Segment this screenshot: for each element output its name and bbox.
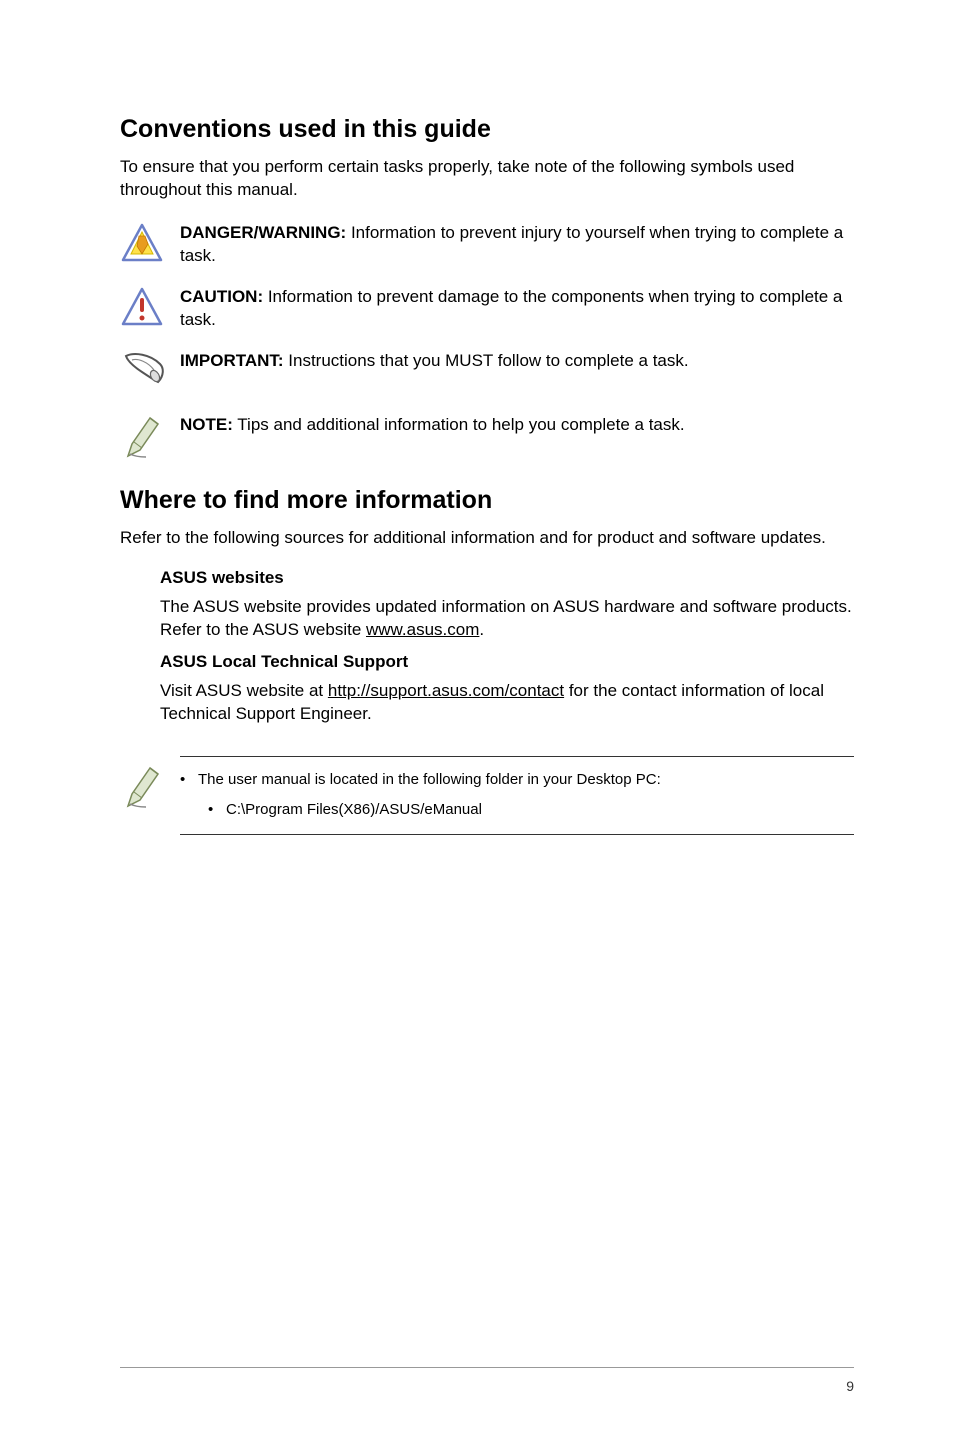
emanual-note-content: • The user manual is located in the foll… <box>180 756 854 835</box>
convention-caution-desc: Information to prevent damage to the com… <box>180 287 842 329</box>
convention-danger-warning: DANGER/WARNING: Information to prevent i… <box>120 220 854 276</box>
section-heading-where: Where to find more information <box>120 486 854 515</box>
asus-support-text: Visit ASUS website at http://support.asu… <box>160 680 854 726</box>
convention-note-desc: Tips and additional information to help … <box>233 415 685 434</box>
page-number: 9 <box>846 1378 854 1394</box>
note-pencil-icon <box>120 756 180 812</box>
emanual-note-box: • The user manual is located in the foll… <box>120 756 854 835</box>
bullet-icon: • <box>180 769 198 792</box>
caution-icon <box>120 284 180 330</box>
bullet-icon: • <box>208 799 226 822</box>
convention-important: IMPORTANT: Instructions that you MUST fo… <box>120 348 854 404</box>
section-heading-conventions: Conventions used in this guide <box>120 115 854 144</box>
asus-websites-text-before: The ASUS website provides updated inform… <box>160 597 852 639</box>
convention-danger-text: DANGER/WARNING: Information to prevent i… <box>180 220 854 268</box>
convention-caution-label: CAUTION: <box>180 287 263 306</box>
emanual-note-line2: • C:\Program Files(X86)/ASUS/eManual <box>180 799 854 822</box>
convention-caution-text: CAUTION: Information to prevent damage t… <box>180 284 854 332</box>
convention-danger-label: DANGER/WARNING: <box>180 223 346 242</box>
emanual-note-line2-text: C:\Program Files(X86)/ASUS/eManual <box>226 799 482 822</box>
emanual-note-line1: • The user manual is located in the foll… <box>180 769 854 792</box>
section-where-to-find: Where to find more information Refer to … <box>120 486 854 835</box>
danger-warning-icon <box>120 220 180 266</box>
convention-important-text: IMPORTANT: Instructions that you MUST fo… <box>180 348 689 373</box>
footer-rule <box>120 1367 854 1368</box>
important-icon <box>120 348 180 390</box>
asus-websites-heading: ASUS websites <box>160 568 854 588</box>
info-sources-block: ASUS websites The ASUS website provides … <box>120 568 854 726</box>
convention-important-label: IMPORTANT: <box>180 351 284 370</box>
section-intro-where: Refer to the following sources for addit… <box>120 527 854 550</box>
section-intro-conventions: To ensure that you perform certain tasks… <box>120 156 854 202</box>
convention-note: NOTE: Tips and additional information to… <box>120 412 854 468</box>
emanual-note-line1-text: The user manual is located in the follow… <box>198 769 661 792</box>
asus-websites-text: The ASUS website provides updated inform… <box>160 596 854 642</box>
asus-support-link[interactable]: http://support.asus.com/contact <box>328 681 564 700</box>
convention-important-desc: Instructions that you MUST follow to com… <box>284 351 689 370</box>
asus-website-link[interactable]: www.asus.com <box>366 620 479 639</box>
document-page: Conventions used in this guide To ensure… <box>0 0 954 835</box>
note-icon <box>120 412 180 462</box>
asus-support-text-before: Visit ASUS website at <box>160 681 328 700</box>
asus-websites-text-after: . <box>479 620 484 639</box>
convention-note-label: NOTE: <box>180 415 233 434</box>
convention-note-text: NOTE: Tips and additional information to… <box>180 412 685 437</box>
convention-caution: CAUTION: Information to prevent damage t… <box>120 284 854 340</box>
asus-support-heading: ASUS Local Technical Support <box>160 652 854 672</box>
